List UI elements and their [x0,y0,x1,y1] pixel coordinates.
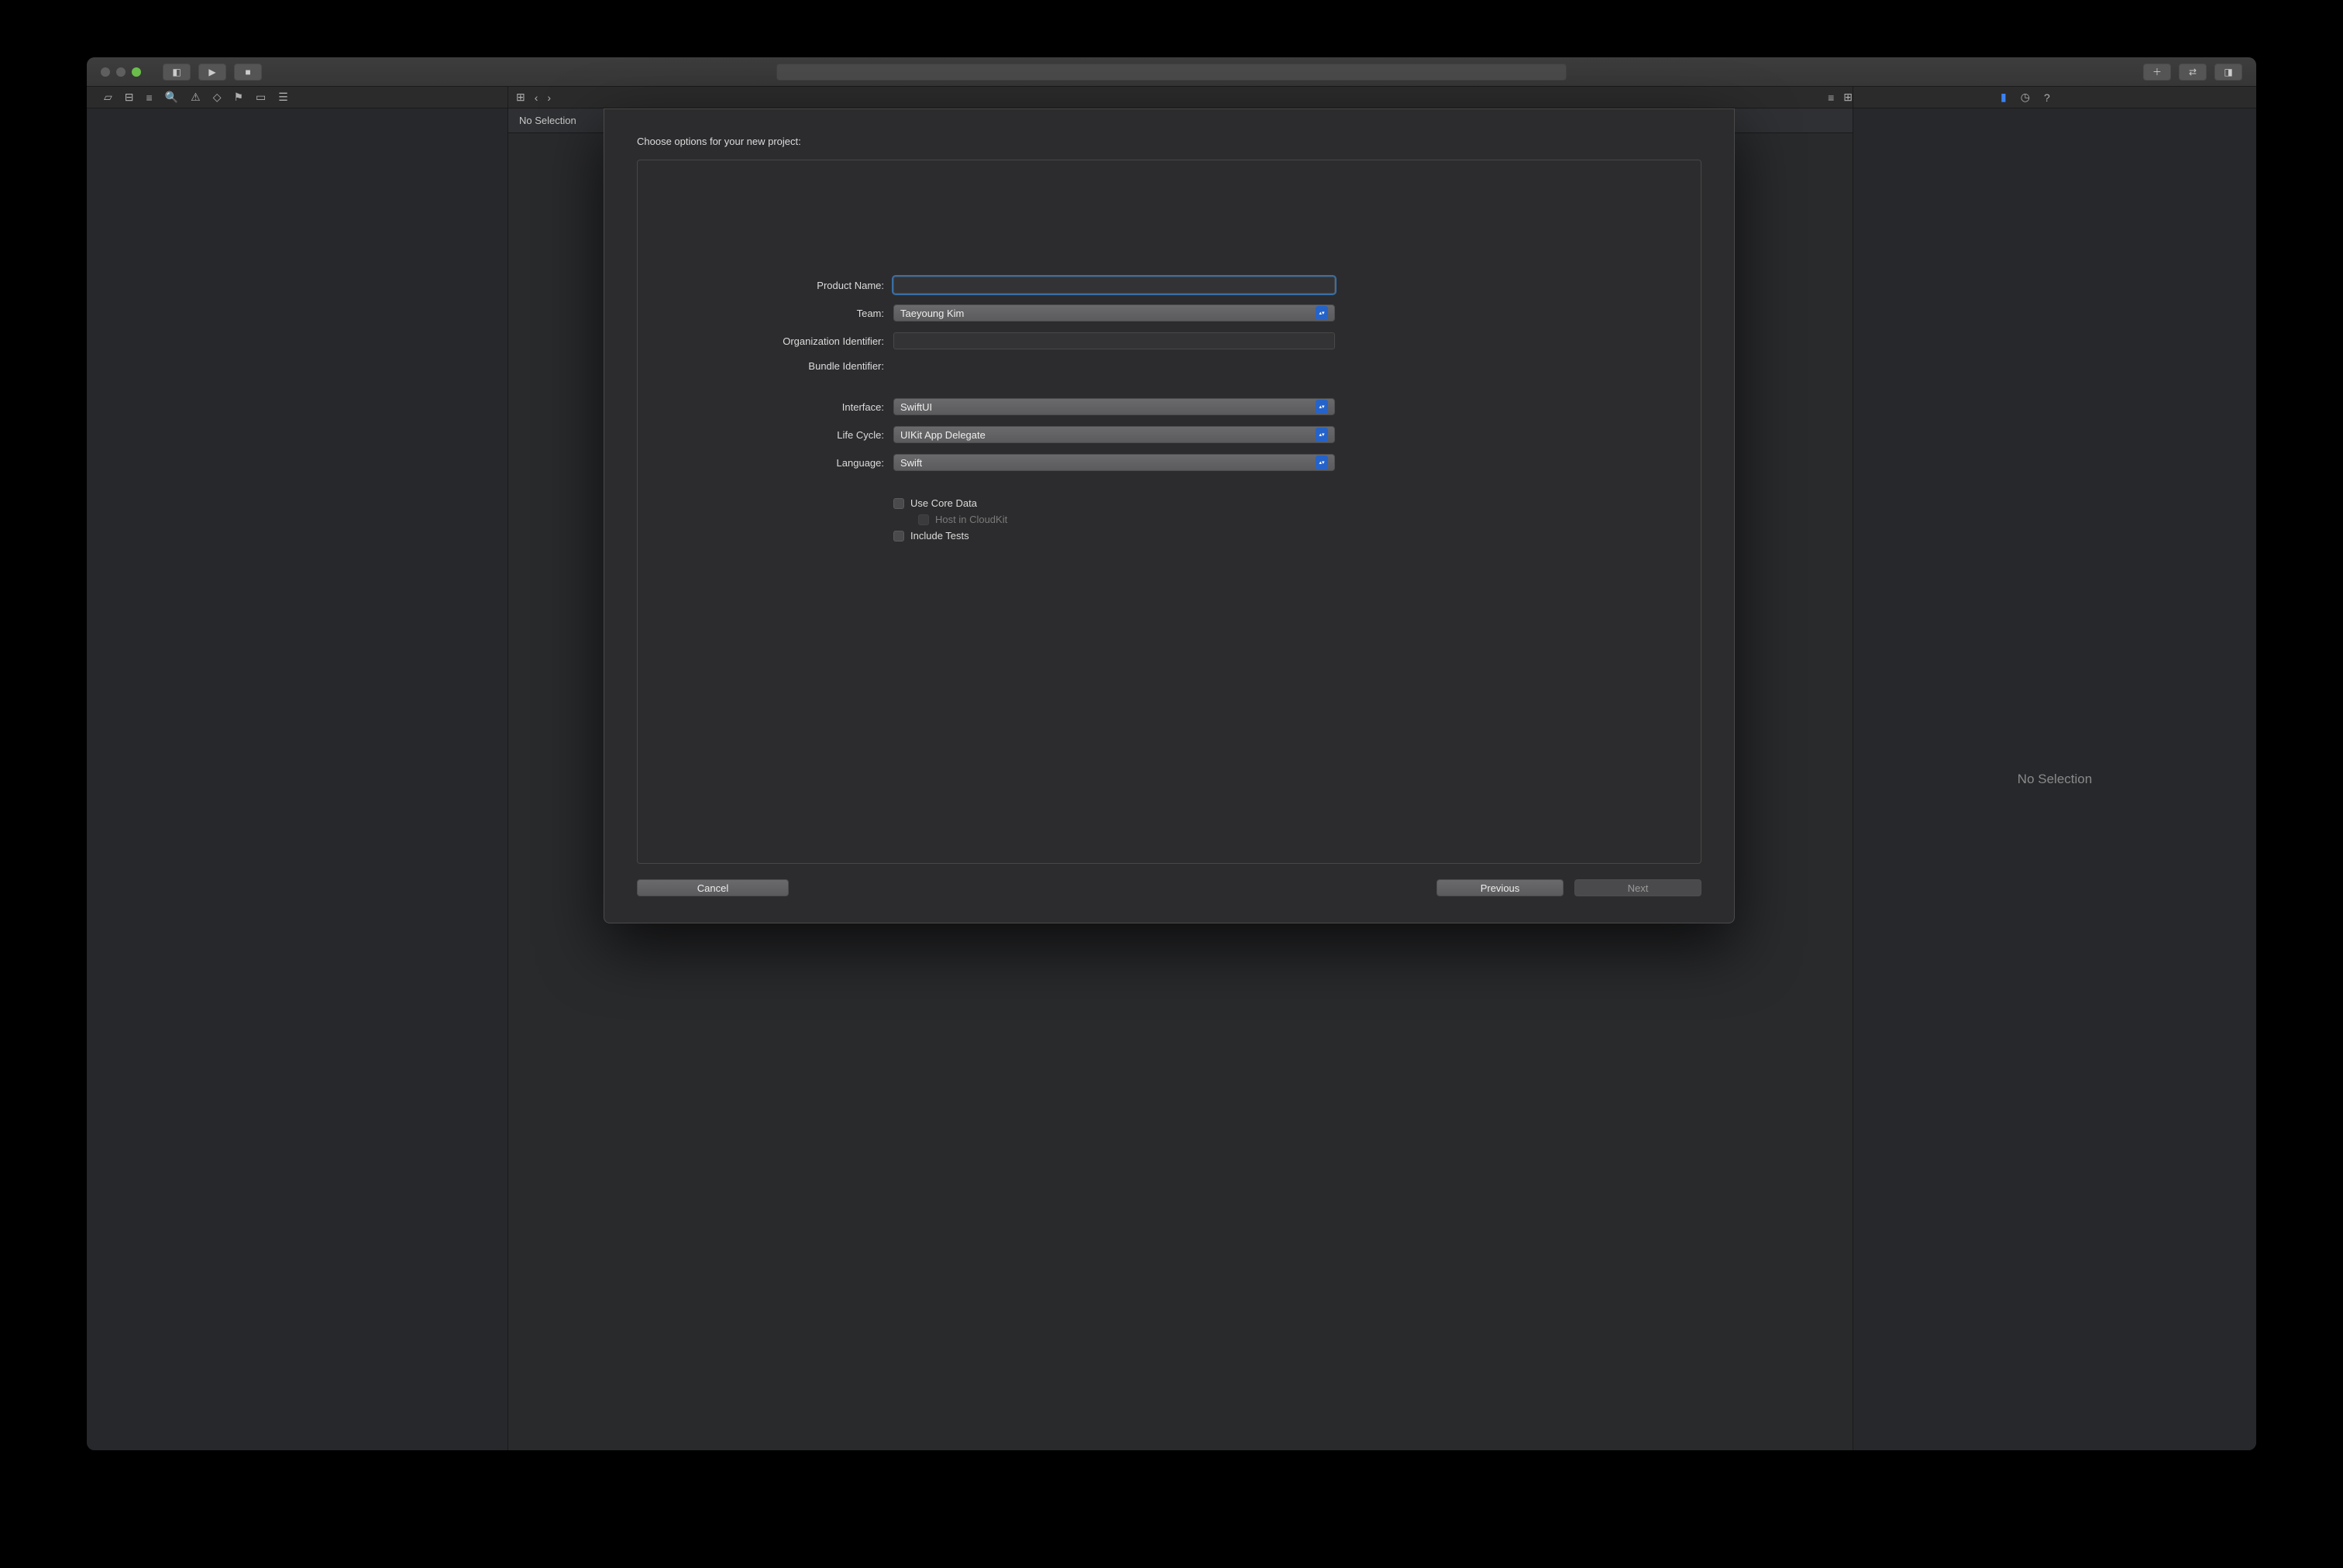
titlebar: ◧ ▶ ■ ＋ ⇄ ◨ [87,57,2256,87]
host-cloudkit-checkbox [918,514,929,525]
search-icon[interactable]: 🔍 [165,91,178,104]
close-window-icon[interactable] [101,67,110,77]
history-inspector-icon[interactable]: ◷ [2021,91,2030,104]
stop-icon: ■ [245,67,250,77]
interface-select[interactable]: SwiftUI ▴▾ [893,398,1335,415]
org-id-label: Organization Identifier: [684,335,893,347]
language-select-value: Swift [900,457,922,469]
editor-path-bar: ⊞ ‹ › ≡ ⊞ [508,87,1853,108]
life-cycle-label: Life Cycle: [684,429,893,441]
stop-button[interactable]: ■ [234,64,262,81]
navigator-sidebar [87,108,508,1450]
inspector-sidebar: No Selection [1853,108,2256,1450]
sheet-footer: Cancel Previous Next [637,879,1701,896]
team-label: Team: [684,308,893,319]
zoom-window-icon[interactable] [132,67,141,77]
forward-icon[interactable]: › [547,91,551,104]
help-inspector-icon[interactable]: ? [2044,91,2050,104]
new-project-options-sheet: Choose options for your new project: Pro… [604,108,1735,923]
team-select-value: Taeyoung Kim [900,308,964,319]
plus-icon: ＋ [2152,65,2162,78]
reports-icon[interactable]: ☰ [278,91,288,104]
life-cycle-select-value: UIKit App Delegate [900,429,986,441]
folder-icon[interactable]: ▱ [104,91,112,104]
play-icon: ▶ [208,67,215,77]
breakpoints-icon[interactable]: ▭ [256,91,266,104]
toggle-navigator-button[interactable]: ◧ [163,64,191,81]
chevron-up-down-icon: ▴▾ [1316,428,1328,442]
interface-label: Interface: [684,401,893,413]
arrows-icon: ⇄ [2189,67,2197,77]
chevron-up-down-icon: ▴▾ [1316,306,1328,320]
navigator-tabs: ▱ ⊟ ≡ 🔍 ⚠ ◇ ⚑ ▭ ☰ [87,87,508,108]
window-controls [101,67,141,77]
inspector-no-selection-label: No Selection [2018,772,2092,787]
xcode-window: ◧ ▶ ■ ＋ ⇄ ◨ ▱ ⊟ ≡ 🔍 ⚠ ◇ ⚑ ▭ ☰ ⊞ ‹ › ≡ [87,57,2256,1450]
host-cloudkit-label: Host in CloudKit [935,514,1007,525]
previous-button[interactable]: Previous [1436,879,1564,896]
code-review-button[interactable]: ⇄ [2179,64,2207,81]
chevron-up-down-icon: ▴▾ [1316,456,1328,469]
team-select[interactable]: Taeyoung Kim ▴▾ [893,304,1335,322]
sheet-title: Choose options for your new project: [637,136,1701,147]
cancel-button[interactable]: Cancel [637,879,789,896]
editor-no-selection-label: No Selection [519,115,576,126]
sidebar-left-icon: ◧ [172,67,181,77]
source-control-icon[interactable]: ⊟ [125,91,134,104]
sidebar-right-icon: ◨ [2224,67,2232,77]
grid-icon[interactable]: ⊞ [516,91,525,104]
minimize-window-icon[interactable] [116,67,126,77]
interface-select-value: SwiftUI [900,401,932,413]
scheme-activity-bar[interactable] [776,64,1567,81]
use-core-data-label: Use Core Data [910,497,977,509]
product-name-input[interactable] [893,277,1335,294]
debug-icon[interactable]: ⚑ [233,91,243,104]
symbol-icon[interactable]: ≡ [146,91,153,104]
editor-options-icon[interactable]: ≡ [1828,91,1834,104]
language-select[interactable]: Swift ▴▾ [893,454,1335,471]
run-button[interactable]: ▶ [198,64,226,81]
include-tests-label: Include Tests [910,530,969,542]
next-button: Next [1574,879,1701,896]
life-cycle-select[interactable]: UIKit App Delegate ▴▾ [893,426,1335,443]
adjust-editor-icon[interactable]: ⊞ [1843,91,1853,104]
toggle-inspector-button[interactable]: ◨ [2214,64,2242,81]
product-name-label: Product Name: [684,280,893,291]
back-icon[interactable]: ‹ [535,91,538,104]
issues-icon[interactable]: ⚠ [191,91,201,104]
bundle-id-label: Bundle Identifier: [684,360,893,372]
use-core-data-checkbox[interactable] [893,498,904,509]
library-button[interactable]: ＋ [2143,64,2171,81]
sheet-body: Product Name: Team: Taeyoung Kim ▴▾ Orga… [637,160,1701,864]
inspector-tabs: ▮ ◷ ? [1853,87,2256,108]
language-label: Language: [684,457,893,469]
tests-icon[interactable]: ◇ [213,91,222,104]
org-id-input[interactable] [893,332,1335,349]
chevron-up-down-icon: ▴▾ [1316,400,1328,414]
include-tests-checkbox[interactable] [893,531,904,542]
file-inspector-icon[interactable]: ▮ [2001,91,2007,104]
tab-bar: ▱ ⊟ ≡ 🔍 ⚠ ◇ ⚑ ▭ ☰ ⊞ ‹ › ≡ ⊞ ▮ ◷ ? [87,87,2256,108]
